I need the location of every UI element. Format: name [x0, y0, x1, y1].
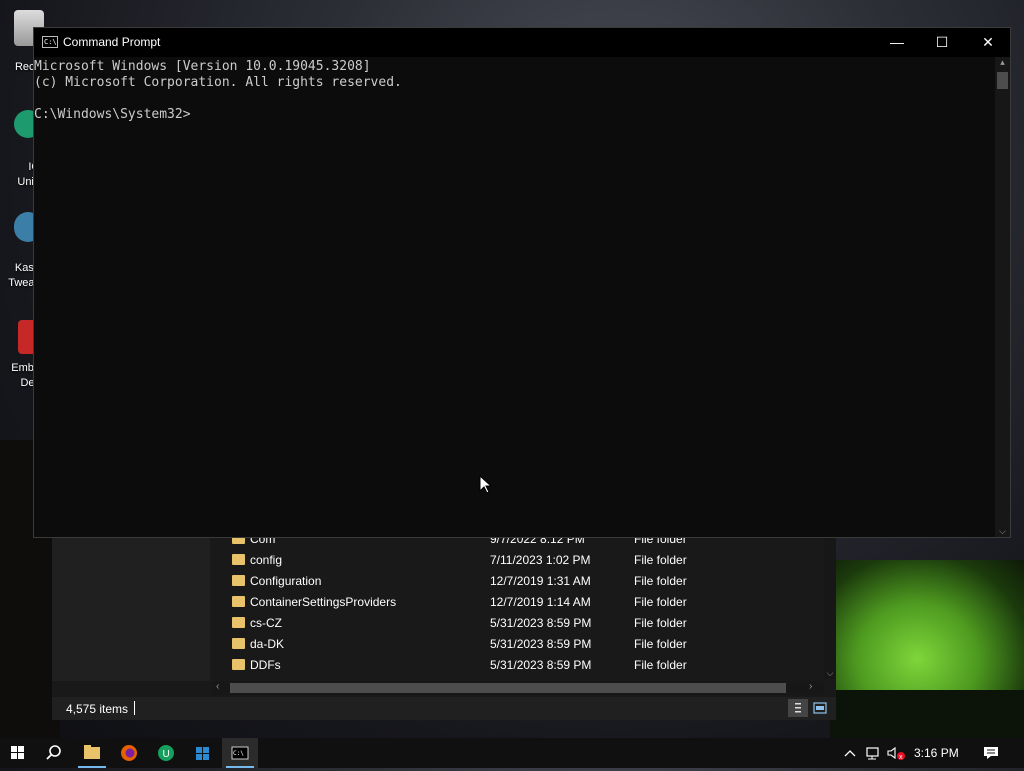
- file-list-vertical-scrollbar[interactable]: ⌵: [824, 537, 836, 679]
- clock[interactable]: 3:16 PM: [914, 746, 959, 760]
- taskbar-upwork-app[interactable]: U: [148, 738, 184, 768]
- title-bar[interactable]: C:\ Command Prompt — ☐ ✕: [34, 28, 1010, 57]
- console-scrollbar[interactable]: ▴ ⌵: [995, 57, 1010, 537]
- file-name: ContainerSettingsProviders: [250, 595, 397, 609]
- desktop-wallpaper-ground: [830, 690, 1024, 740]
- action-center-button[interactable]: [982, 745, 1000, 764]
- command-prompt-window[interactable]: C:\ Command Prompt — ☐ ✕ Microsoft Windo…: [33, 27, 1011, 538]
- file-name: DDFs: [250, 658, 281, 672]
- maximize-button[interactable]: ☐: [919, 28, 965, 57]
- folder-icon: [232, 575, 245, 586]
- start-button[interactable]: [0, 738, 36, 768]
- large-icons-view-icon: [813, 702, 827, 714]
- console-prompt: C:\Windows\System32>: [34, 107, 191, 122]
- search-button[interactable]: [36, 738, 72, 768]
- list-item[interactable]: da-DK 5/31/2023 8:59 PM File folder: [212, 634, 824, 655]
- list-item[interactable]: Configuration 12/7/2019 1:31 AM File fol…: [212, 571, 824, 592]
- file-type: File folder: [634, 574, 687, 588]
- command-prompt-icon: C:\: [231, 746, 249, 760]
- folder-icon: [232, 659, 245, 670]
- details-view-button[interactable]: [788, 699, 808, 717]
- minimize-button[interactable]: —: [874, 28, 920, 57]
- green-app-icon: U: [158, 745, 174, 761]
- console-output[interactable]: Microsoft Windows [Version 10.0.19045.32…: [34, 57, 996, 537]
- file-name: config: [250, 553, 283, 567]
- windows-logo-icon: [11, 746, 24, 759]
- volume-control[interactable]: x: [886, 745, 908, 764]
- list-item[interactable]: config 7/11/2023 1:02 PM File folder: [212, 550, 824, 571]
- file-type: File folder: [634, 595, 687, 609]
- console-scroll-thumb[interactable]: [997, 72, 1008, 89]
- folder-icon: [84, 745, 100, 759]
- folder-icon: [232, 596, 245, 607]
- file-list[interactable]: Com 9/7/2022 8:12 PM File folder config …: [212, 537, 824, 679]
- svg-text:C:\: C:\: [233, 750, 244, 757]
- status-bar: 4,575 items: [52, 697, 836, 720]
- taskbar: U C:\ x 3:16 PM: [0, 738, 1024, 768]
- navigation-pane[interactable]: [52, 537, 210, 681]
- horizontal-scroll-thumb[interactable]: [230, 683, 786, 693]
- show-hidden-icons-button[interactable]: [843, 745, 857, 764]
- taskbar-firefox[interactable]: [111, 738, 147, 768]
- list-item[interactable]: DDFs 5/31/2023 8:59 PM File folder: [212, 655, 824, 676]
- mouse-cursor-icon: [479, 475, 493, 494]
- text-caret: [134, 701, 135, 715]
- file-type: File folder: [634, 553, 687, 567]
- file-type: File folder: [634, 537, 687, 546]
- file-type: File folder: [634, 637, 687, 651]
- file-name: da-DK: [250, 637, 285, 651]
- file-type: File folder: [634, 616, 687, 630]
- item-count: 4,575 items: [66, 702, 129, 716]
- volume-muted-icon: x: [887, 746, 905, 761]
- taskbar-store-app[interactable]: [185, 738, 221, 768]
- svg-text:U: U: [163, 749, 170, 760]
- console-line: Microsoft Windows [Version 10.0.19045.32…: [34, 59, 371, 74]
- folder-icon: [232, 617, 245, 628]
- store-icon: [196, 747, 209, 760]
- file-list-horizontal-scrollbar[interactable]: ‹ ›: [212, 681, 824, 695]
- console-line: (c) Microsoft Corporation. All rights re…: [34, 75, 402, 90]
- file-date: 7/11/2023 1:02 PM: [490, 553, 591, 567]
- file-date: 5/31/2023 8:59 PM: [490, 616, 592, 630]
- list-item[interactable]: ContainerSettingsProviders 12/7/2019 1:1…: [212, 592, 824, 613]
- firefox-icon: [121, 745, 137, 761]
- chevron-right-icon[interactable]: ›: [809, 681, 812, 692]
- file-name: Configuration: [250, 574, 322, 588]
- command-prompt-icon[interactable]: C:\: [42, 36, 58, 48]
- list-item[interactable]: cs-CZ 5/31/2023 8:59 PM File folder: [212, 613, 824, 634]
- large-icons-view-button[interactable]: [810, 699, 830, 717]
- chevron-up-icon: [844, 750, 856, 757]
- folder-icon: [232, 554, 245, 565]
- file-type: File folder: [634, 658, 687, 672]
- details-view-icon: [795, 703, 801, 713]
- taskbar-command-prompt[interactable]: C:\: [222, 738, 258, 768]
- close-button[interactable]: ✕: [965, 28, 1011, 57]
- chevron-up-icon[interactable]: ▴: [995, 57, 1010, 68]
- file-date: 12/7/2019 1:14 AM: [490, 595, 591, 609]
- file-date: 9/7/2022 8:12 PM: [490, 537, 585, 546]
- file-date: 12/7/2019 1:31 AM: [490, 574, 591, 588]
- chevron-left-icon[interactable]: ‹: [216, 681, 219, 692]
- file-name: Com: [250, 537, 276, 546]
- folder-icon: [232, 537, 245, 544]
- file-explorer-window: Com 9/7/2022 8:12 PM File folder config …: [52, 537, 836, 720]
- list-item[interactable]: Com 9/7/2022 8:12 PM File folder: [212, 537, 824, 550]
- notification-icon: [984, 747, 998, 759]
- window-title: Command Prompt: [63, 35, 161, 49]
- network-status[interactable]: [864, 745, 882, 764]
- taskbar-file-explorer[interactable]: [74, 738, 110, 768]
- chevron-down-icon[interactable]: ⌵: [824, 668, 836, 679]
- file-name: cs-CZ: [250, 616, 282, 630]
- search-icon: [46, 745, 61, 760]
- chevron-down-icon[interactable]: ⌵: [995, 526, 1010, 537]
- file-date: 5/31/2023 8:59 PM: [490, 637, 592, 651]
- network-disconnected-icon: [866, 747, 879, 760]
- folder-icon: [232, 638, 245, 649]
- svg-text:x: x: [899, 754, 903, 761]
- file-date: 5/31/2023 8:59 PM: [490, 658, 592, 672]
